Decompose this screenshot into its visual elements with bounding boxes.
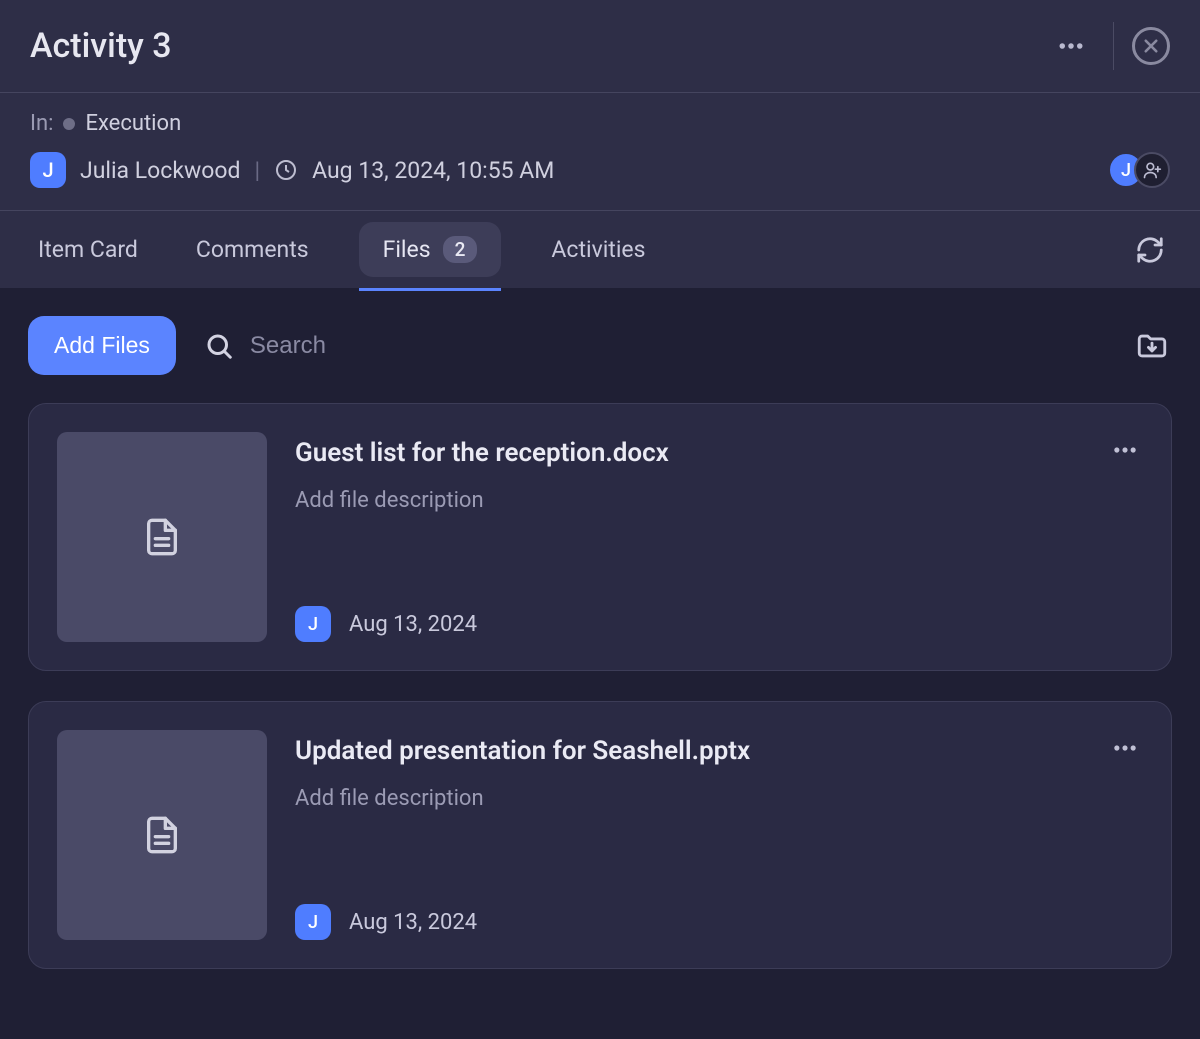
files-count-badge: 2 — [443, 236, 478, 263]
tab-comments[interactable]: Comments — [188, 214, 317, 285]
tab-activities[interactable]: Activities — [543, 214, 653, 285]
add-assignee-button[interactable] — [1134, 152, 1170, 188]
document-icon — [142, 815, 182, 855]
files-section: Add Files Guest list for the reception.d… — [0, 288, 1200, 1039]
files-toolbar: Add Files — [28, 316, 1172, 375]
file-more-button[interactable] — [1107, 730, 1143, 766]
file-body: Updated presentation for Seashell.pptx A… — [295, 730, 1079, 940]
more-horizontal-icon — [1111, 734, 1139, 762]
assignees: J — [1108, 152, 1170, 188]
tabs-row: Item Card Comments Files 2 Activities — [0, 211, 1200, 288]
panel-header: Activity 3 — [0, 0, 1200, 93]
sync-button[interactable] — [1130, 230, 1170, 270]
file-card[interactable]: Guest list for the reception.docx Add fi… — [28, 403, 1172, 671]
separator: | — [254, 157, 260, 184]
file-card[interactable]: Updated presentation for Seashell.pptx A… — [28, 701, 1172, 969]
file-description-placeholder[interactable]: Add file description — [295, 488, 1079, 606]
divider — [1113, 22, 1114, 70]
more-horizontal-icon — [1056, 31, 1086, 61]
file-thumbnail[interactable] — [57, 730, 267, 940]
download-all-button[interactable] — [1132, 326, 1172, 366]
tab-label: Item Card — [38, 236, 138, 263]
close-icon — [1142, 37, 1160, 55]
tab-label: Comments — [196, 236, 309, 263]
refresh-icon — [1135, 235, 1165, 265]
file-name[interactable]: Updated presentation for Seashell.pptx — [295, 736, 1079, 766]
tab-label: Activities — [551, 236, 645, 263]
status-dot-icon — [63, 118, 75, 130]
file-name[interactable]: Guest list for the reception.docx — [295, 438, 1079, 468]
search-input[interactable] — [250, 332, 550, 360]
tab-item-card[interactable]: Item Card — [30, 214, 146, 285]
author-avatar[interactable]: J — [30, 152, 66, 188]
status-text[interactable]: Execution — [85, 111, 181, 136]
tabs: Item Card Comments Files 2 Activities — [30, 214, 1130, 285]
page-title: Activity 3 — [30, 26, 1047, 66]
author-name[interactable]: Julia Lockwood — [80, 157, 240, 184]
file-body: Guest list for the reception.docx Add fi… — [295, 432, 1079, 642]
more-options-button[interactable] — [1047, 22, 1095, 70]
timestamp: Aug 13, 2024, 10:55 AM — [312, 157, 554, 184]
file-thumbnail[interactable] — [57, 432, 267, 642]
file-more-button[interactable] — [1107, 432, 1143, 468]
tab-label: Files — [383, 236, 431, 263]
tab-files[interactable]: Files 2 — [359, 222, 502, 277]
in-label: In: — [30, 111, 53, 136]
breadcrumb: In: Execution — [30, 111, 1170, 136]
header-actions — [1047, 22, 1170, 70]
file-date: Aug 13, 2024 — [349, 612, 477, 637]
close-button[interactable] — [1132, 27, 1170, 65]
activity-panel: Activity 3 In: Execution J Julia Lockwoo… — [0, 0, 1200, 1039]
file-date: Aug 13, 2024 — [349, 910, 477, 935]
search-wrap — [204, 331, 1104, 361]
file-description-placeholder[interactable]: Add file description — [295, 786, 1079, 904]
add-files-button[interactable]: Add Files — [28, 316, 176, 375]
search-icon — [204, 331, 234, 361]
user-plus-icon — [1142, 160, 1162, 180]
document-icon — [142, 517, 182, 557]
meta-section: In: Execution J Julia Lockwood | Aug 13,… — [0, 93, 1200, 211]
clock-icon — [274, 158, 298, 182]
author-row: J Julia Lockwood | Aug 13, 2024, 10:55 A… — [30, 152, 1170, 188]
folder-download-icon — [1135, 329, 1169, 363]
uploader-avatar[interactable]: J — [295, 904, 331, 940]
file-footer: J Aug 13, 2024 — [295, 904, 1079, 940]
uploader-avatar[interactable]: J — [295, 606, 331, 642]
more-horizontal-icon — [1111, 436, 1139, 464]
file-footer: J Aug 13, 2024 — [295, 606, 1079, 642]
